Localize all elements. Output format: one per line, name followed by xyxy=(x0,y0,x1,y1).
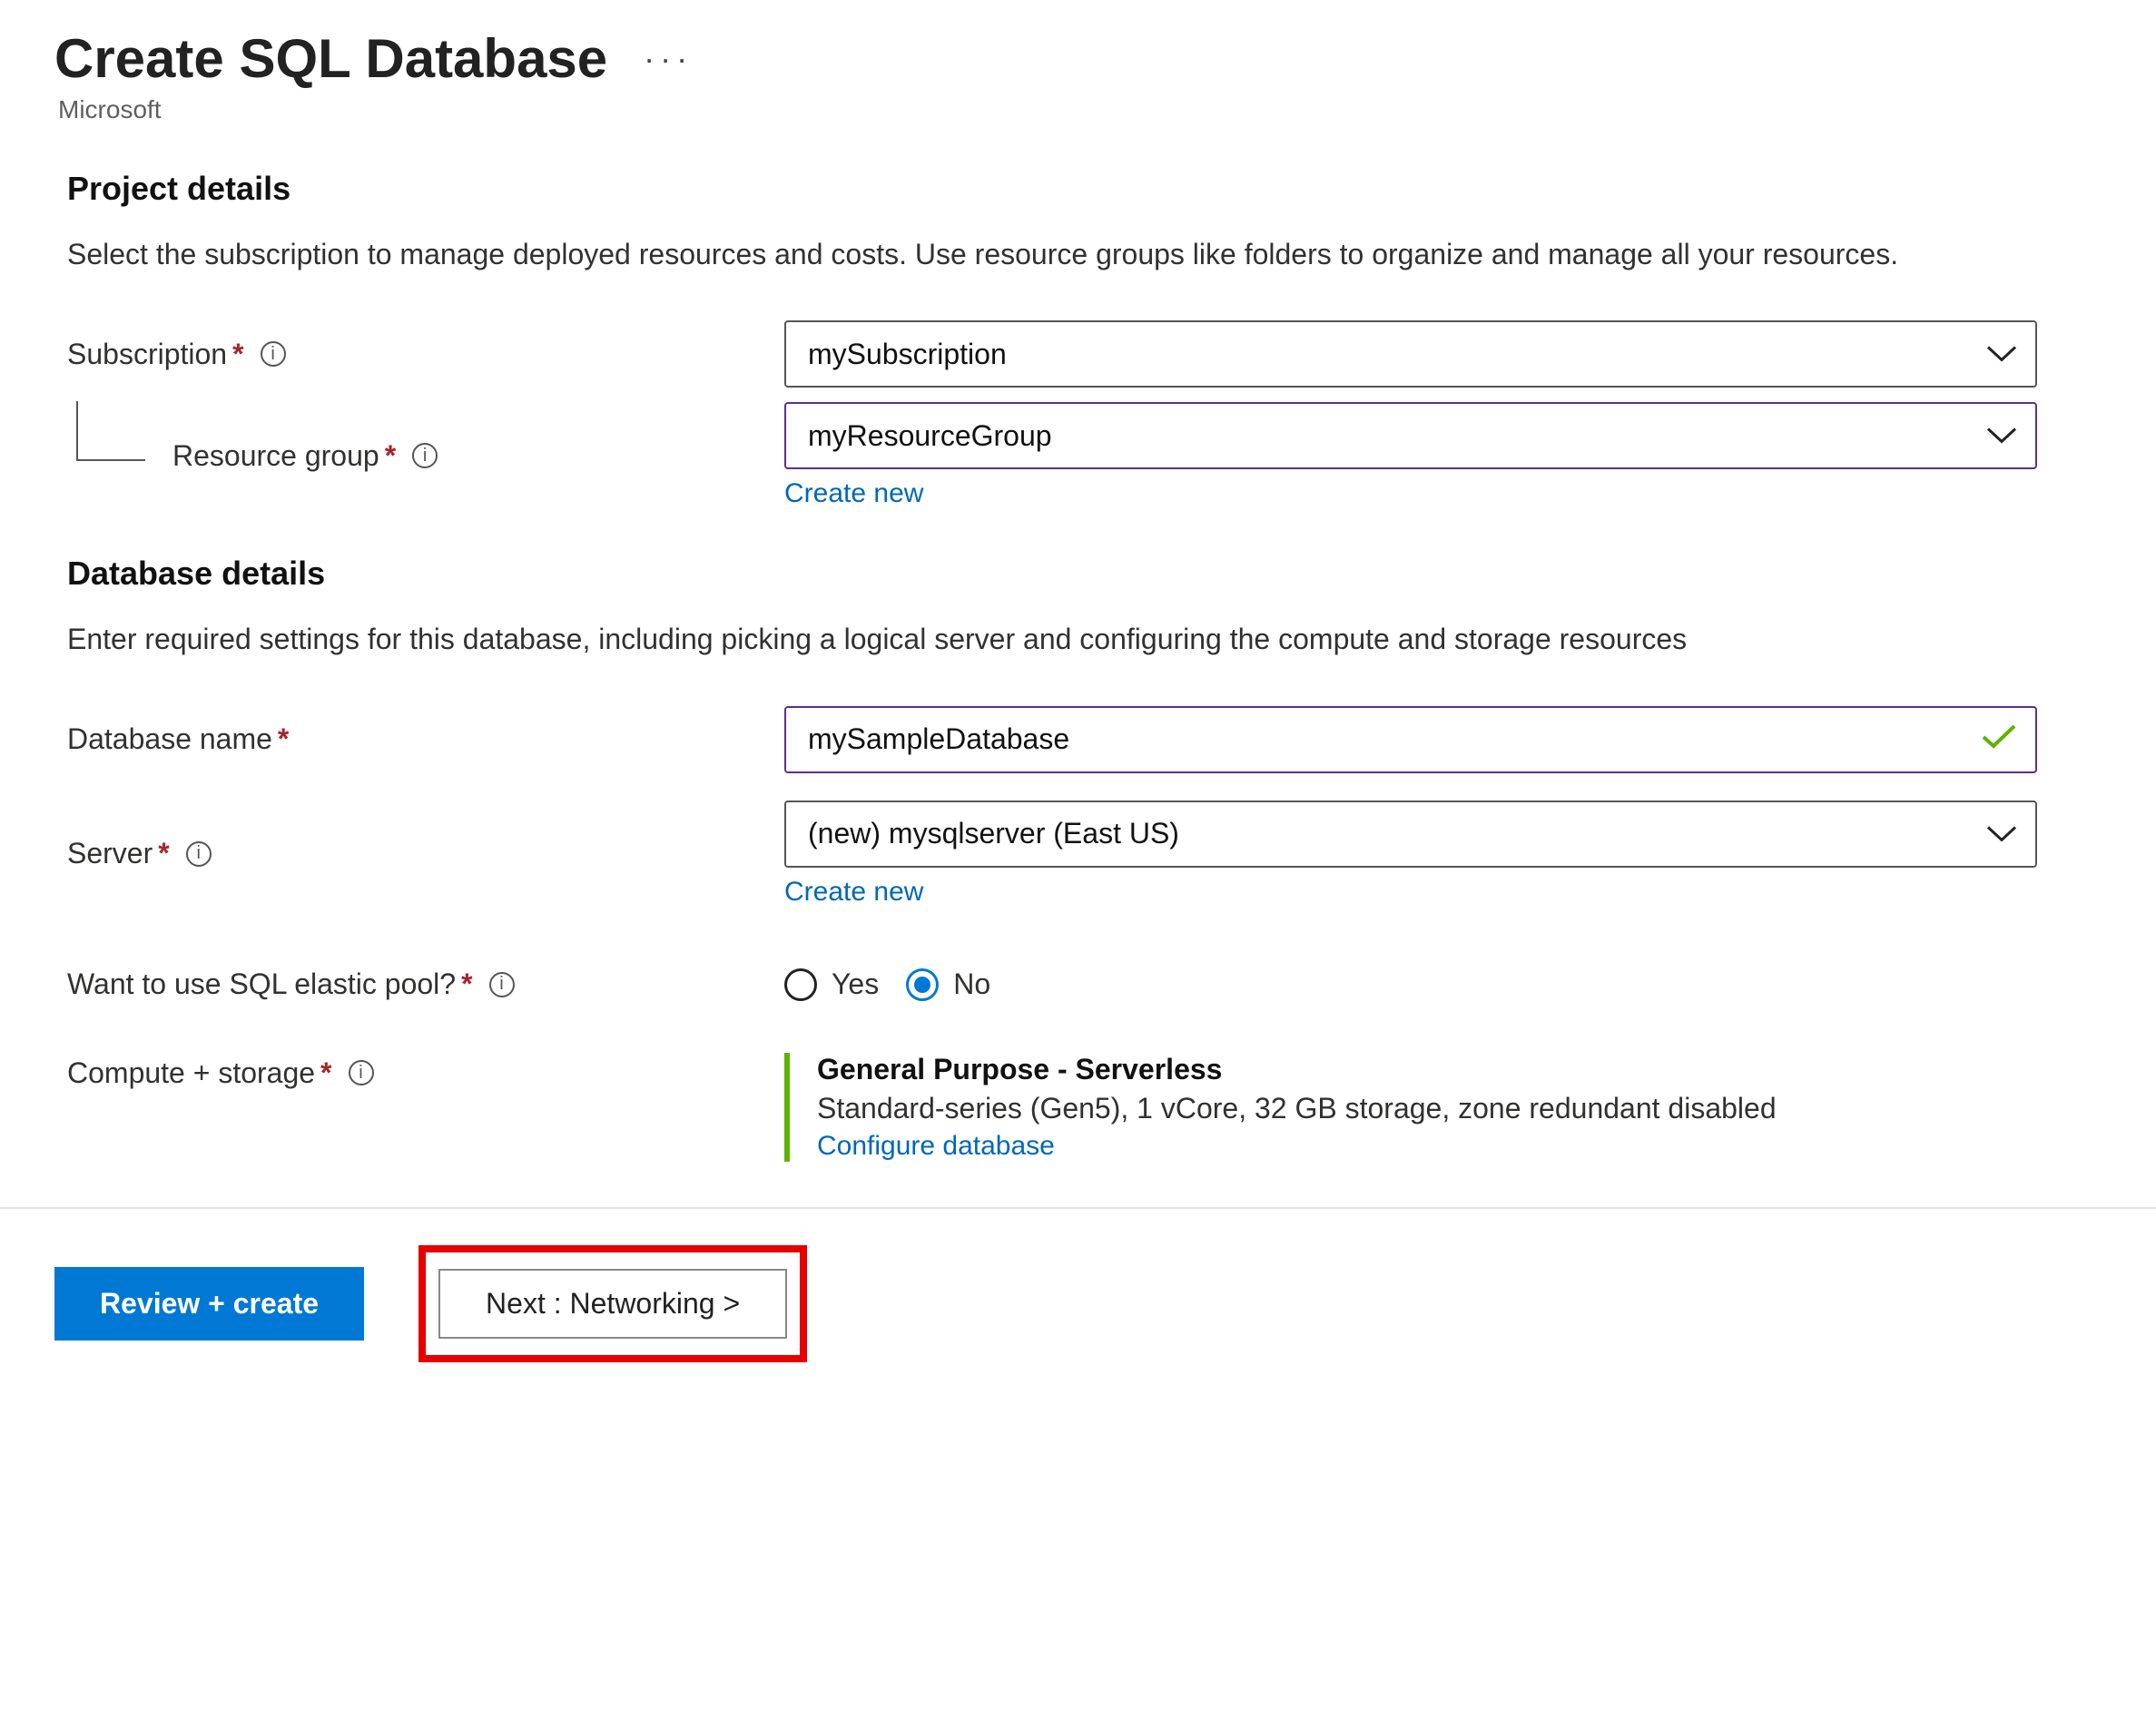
section-desc-project: Select the subscription to manage deploy… xyxy=(67,233,1974,275)
create-new-resource-group-link[interactable]: Create new xyxy=(784,478,923,509)
compute-storage-summary: General Purpose - Serverless Standard-se… xyxy=(784,1053,2037,1162)
database-name-input[interactable]: mySampleDatabase xyxy=(784,706,2037,773)
radio-circle-icon xyxy=(784,968,817,1001)
server-value: (new) mysqlserver (East US) xyxy=(808,817,1179,850)
configure-database-link[interactable]: Configure database xyxy=(817,1131,1055,1161)
label-elastic-pool-text: Want to use SQL elastic pool? xyxy=(67,967,456,1001)
label-subscription: Subscription * i xyxy=(67,338,784,371)
info-icon[interactable]: i xyxy=(261,341,286,367)
label-compute-storage: Compute + storage * i xyxy=(67,1053,784,1090)
page-subtitle: Microsoft xyxy=(58,95,2102,124)
subscription-value: mySubscription xyxy=(808,338,1007,371)
label-server-text: Server xyxy=(67,837,153,870)
label-elastic-pool: Want to use SQL elastic pool? * i xyxy=(67,967,784,1001)
label-compute-storage-text: Compute + storage xyxy=(67,1056,315,1090)
elastic-pool-yes-radio[interactable]: Yes xyxy=(784,967,879,1001)
info-icon[interactable]: i xyxy=(349,1060,374,1085)
required-mark: * xyxy=(278,722,289,756)
highlight-annotation: Next : Networking > xyxy=(418,1245,807,1362)
resource-group-select[interactable]: myResourceGroup xyxy=(784,402,2037,469)
elastic-pool-radio-group: Yes No xyxy=(784,967,2037,1001)
elastic-pool-no-radio[interactable]: No xyxy=(906,967,990,1001)
required-mark: * xyxy=(320,1056,331,1090)
subscription-select[interactable]: mySubscription xyxy=(784,320,2037,388)
compute-tier-detail: Standard-series (Gen5), 1 vCore, 32 GB s… xyxy=(817,1092,2037,1125)
page-title: Create SQL Database xyxy=(54,27,607,90)
label-database-name: Database name * xyxy=(67,722,784,756)
footer-bar: Review + create Next : Networking > xyxy=(0,1209,2156,1399)
label-server: Server * i xyxy=(67,837,784,870)
label-subscription-text: Subscription xyxy=(67,338,227,371)
section-desc-database: Enter required settings for this databas… xyxy=(67,618,1974,660)
server-select[interactable]: (new) mysqlserver (East US) xyxy=(784,800,2037,868)
chevron-down-icon xyxy=(1986,817,2017,850)
next-networking-button[interactable]: Next : Networking > xyxy=(438,1269,787,1339)
info-icon[interactable]: i xyxy=(489,972,515,997)
radio-label-yes: Yes xyxy=(832,967,879,1001)
label-database-name-text: Database name xyxy=(67,722,272,756)
section-title-project: Project details xyxy=(67,170,2102,208)
radio-label-no: No xyxy=(953,967,990,1001)
compute-tier-title: General Purpose - Serverless xyxy=(817,1053,2037,1086)
check-icon xyxy=(1981,722,2017,757)
info-icon[interactable]: i xyxy=(412,443,438,468)
required-mark: * xyxy=(385,439,396,473)
required-mark: * xyxy=(158,837,169,870)
section-title-database: Database details xyxy=(67,555,2102,593)
label-resource-group: Resource group * i xyxy=(67,419,784,492)
tree-branch-icon xyxy=(67,419,145,492)
radio-circle-icon xyxy=(906,968,939,1001)
chevron-down-icon xyxy=(1986,419,2017,453)
info-icon[interactable]: i xyxy=(186,841,212,867)
more-icon[interactable]: ··· xyxy=(644,43,693,75)
review-create-button[interactable]: Review + create xyxy=(54,1267,364,1341)
label-resource-group-text: Resource group xyxy=(172,439,379,473)
resource-group-value: myResourceGroup xyxy=(808,419,1052,453)
chevron-down-icon xyxy=(1986,338,2017,371)
required-mark: * xyxy=(232,338,243,371)
required-mark: * xyxy=(461,967,472,1001)
create-new-server-link[interactable]: Create new xyxy=(784,877,923,908)
database-name-value: mySampleDatabase xyxy=(808,722,1069,756)
